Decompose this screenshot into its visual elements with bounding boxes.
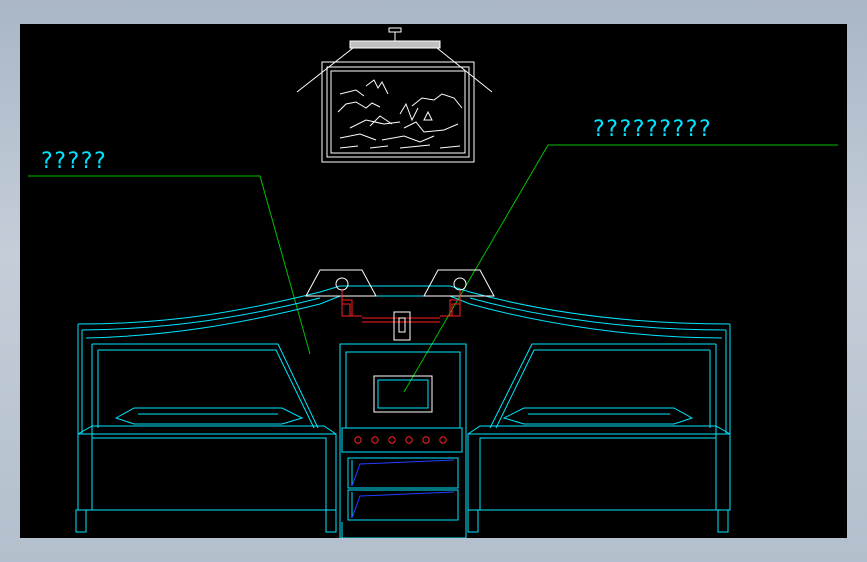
painting xyxy=(296,27,493,163)
picture-frame-inner xyxy=(326,66,470,158)
cad-viewport[interactable]: ????? ????????? xyxy=(20,24,847,538)
callout-left-leader xyxy=(28,175,311,355)
button-strip xyxy=(341,427,463,453)
picture-lamp-cap xyxy=(388,27,402,33)
cad-drawing: ????? ????????? xyxy=(28,27,838,538)
wall-switch xyxy=(393,311,411,341)
nightstand xyxy=(339,343,467,538)
pillow-right xyxy=(502,407,694,425)
picture-lamp-bar xyxy=(349,40,441,49)
drawer-lines xyxy=(351,459,455,519)
bed-right-leg xyxy=(467,509,479,533)
bed-right xyxy=(467,343,731,533)
lamp-right xyxy=(423,269,495,297)
bed-left-base xyxy=(77,433,337,511)
callout-right-leader xyxy=(403,144,838,393)
callout-right: ????????? xyxy=(403,117,838,393)
pillow-left xyxy=(114,407,304,425)
callout-left: ????? xyxy=(28,149,311,355)
lamp-bracket xyxy=(341,290,461,323)
lamp-left xyxy=(305,269,377,297)
control-screen xyxy=(373,375,433,413)
control-buttons xyxy=(354,436,447,444)
bed-right-base xyxy=(467,433,731,511)
callout-right-label: ????????? xyxy=(592,117,711,142)
callout-left-label: ????? xyxy=(40,149,106,174)
bed-left-leg xyxy=(75,509,87,533)
bed-left xyxy=(75,343,337,533)
